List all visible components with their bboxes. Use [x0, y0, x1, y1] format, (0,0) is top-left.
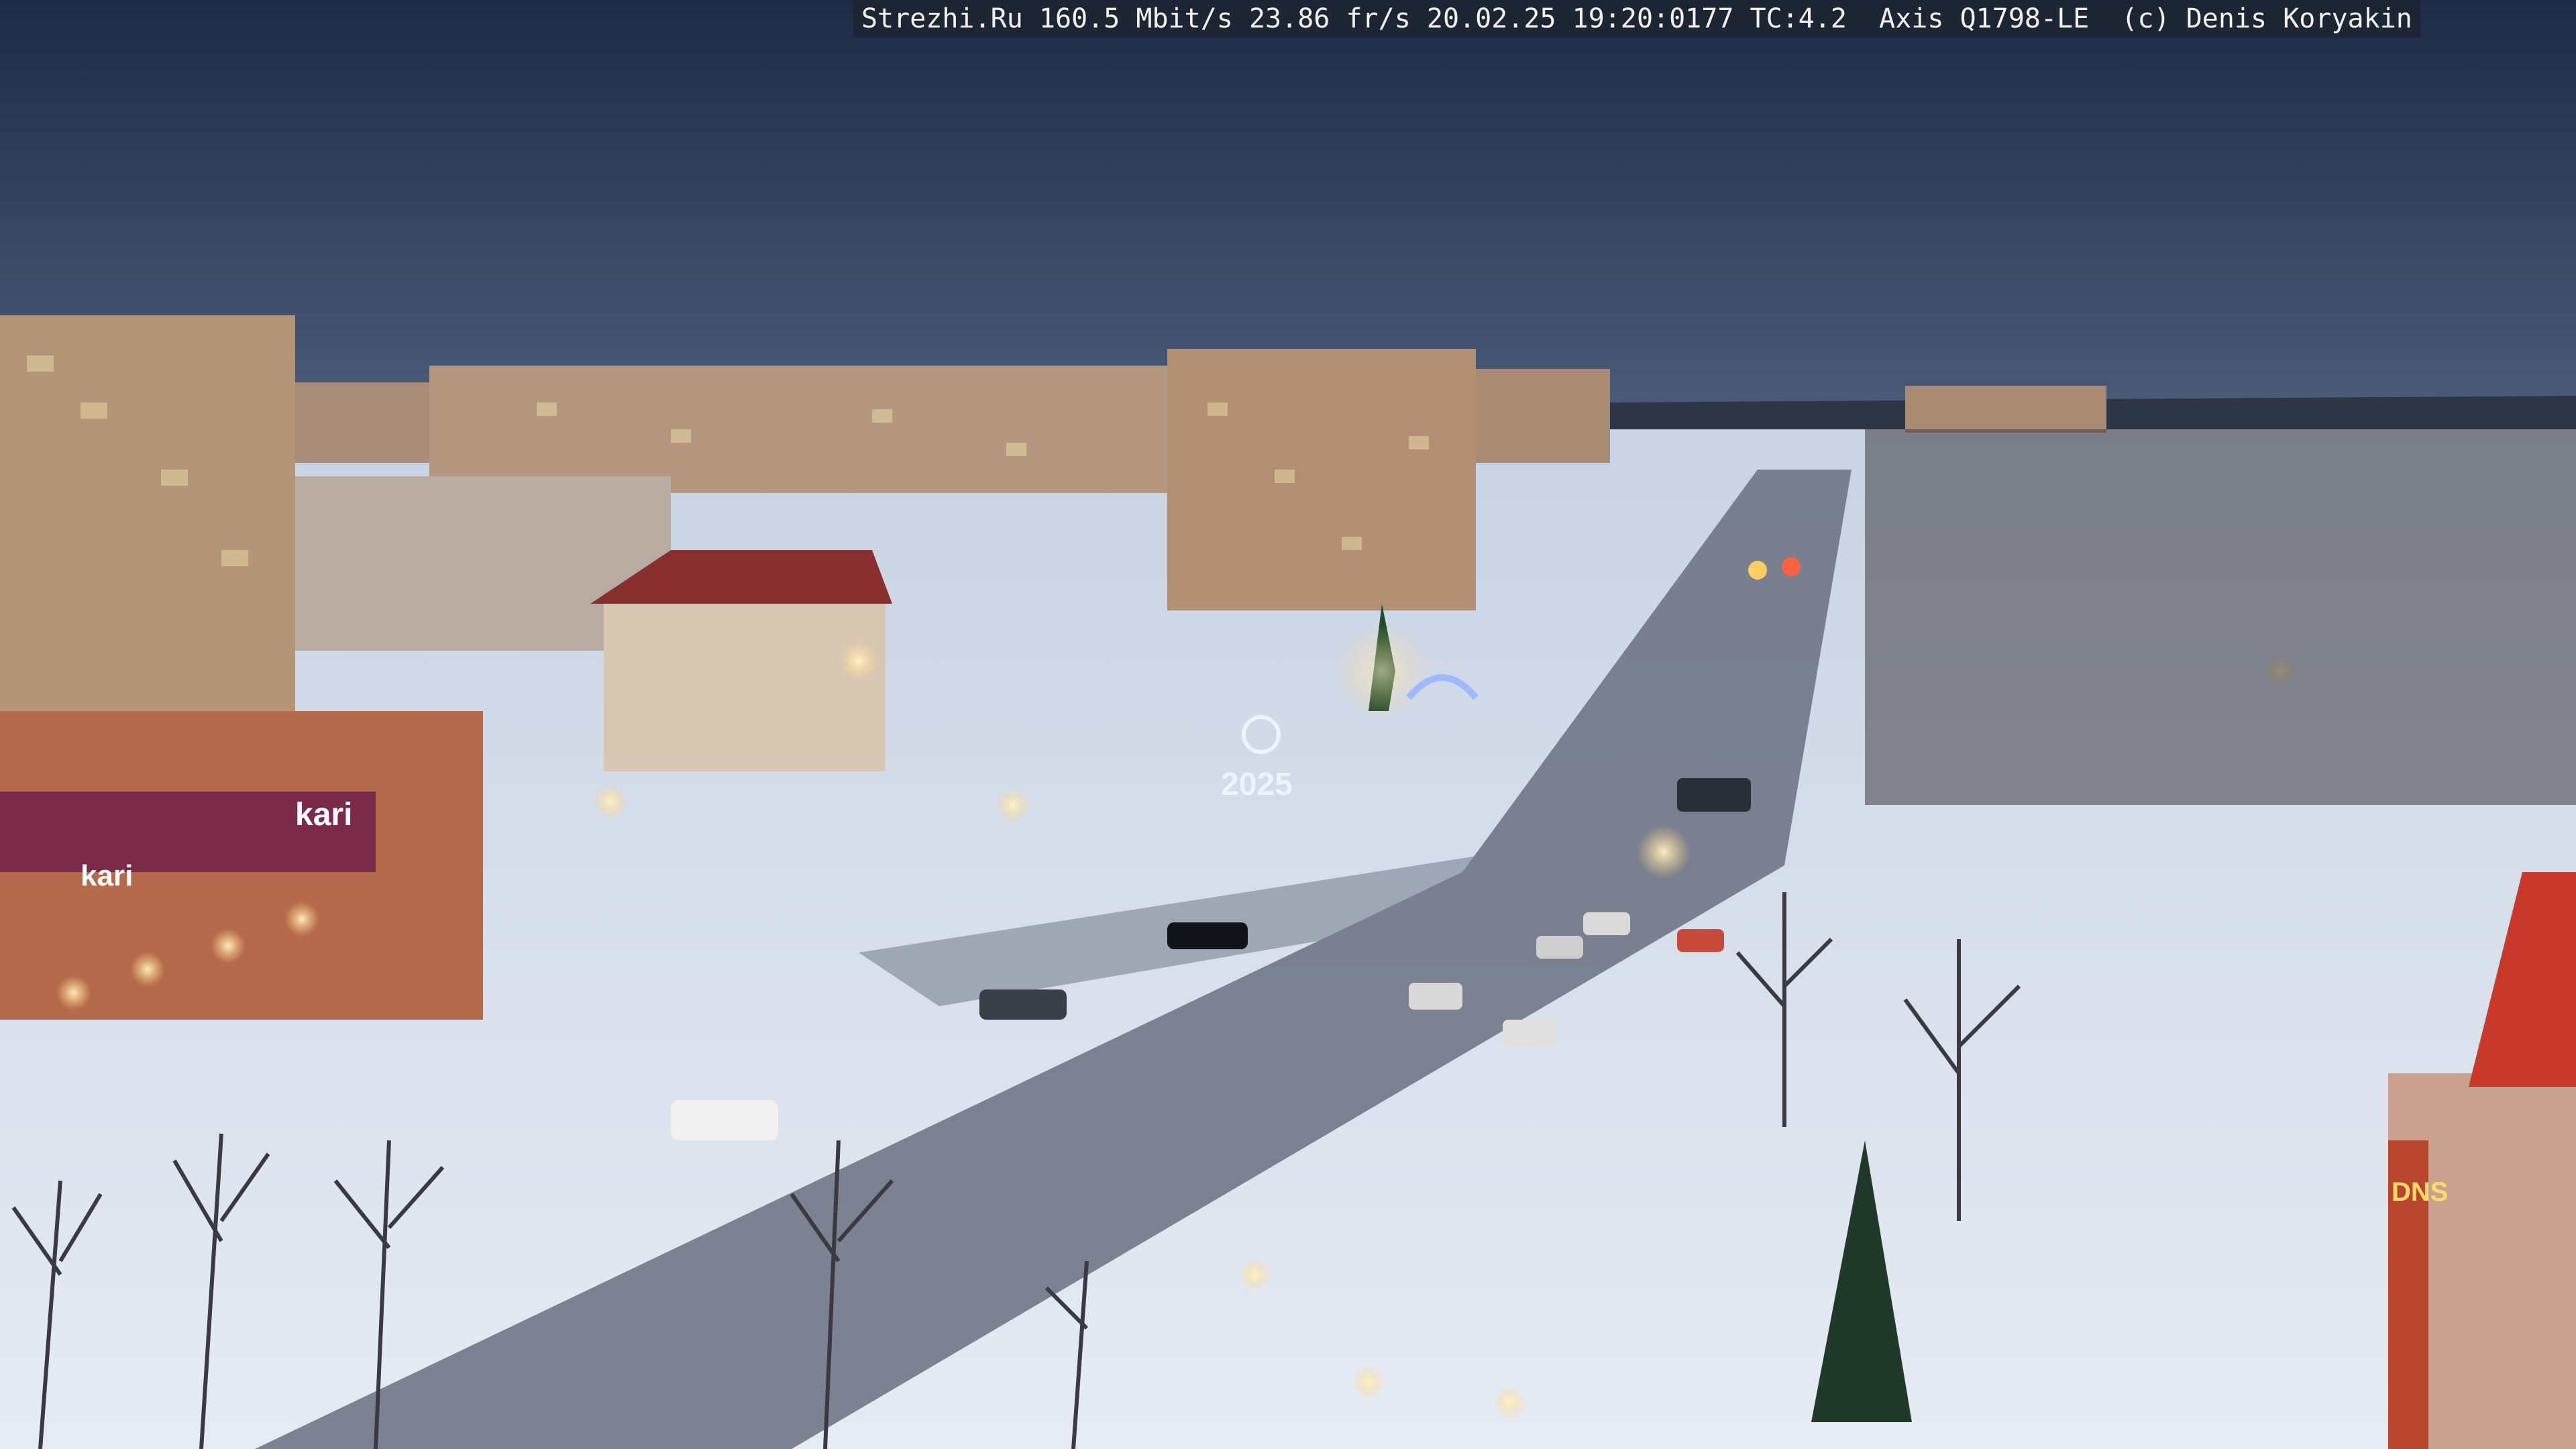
- dns-sign: DNS: [2392, 1177, 2448, 1207]
- kari-store-building: kari kari: [0, 711, 483, 1020]
- right-treeline: [1865, 429, 2576, 805]
- webcam-scene: kari kari 2025 DNS: [0, 0, 2576, 1449]
- camera-info-overlay: Strezhi.Ru 160.5 Mbit/s 23.86 fr/s 20.02…: [853, 0, 2420, 38]
- store-facade-sign: kari: [80, 859, 133, 892]
- year-display: 2025: [1221, 767, 1293, 802]
- store-brand-sign: kari: [295, 797, 352, 833]
